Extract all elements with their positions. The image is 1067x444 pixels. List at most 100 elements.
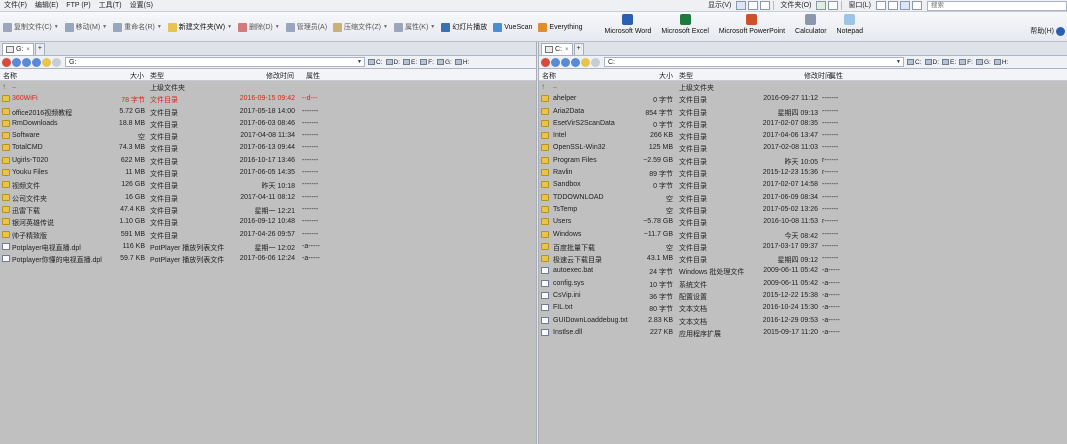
word-button[interactable]: Microsoft Word	[599, 12, 656, 35]
rename-button[interactable]: 重命名(R) ▼	[110, 18, 165, 36]
table-row[interactable]: 百度批量下载 空文件目录 2017-03-17 09:37 -------	[539, 241, 1067, 253]
drive-button[interactable]: G:	[436, 59, 452, 66]
menu-edit[interactable]: 编辑(E)	[31, 0, 62, 12]
table-row[interactable]: Youku Files 11 MB 文件目录 2017-06-05 14:35 ----…	[0, 167, 536, 179]
drive-button[interactable]: D:	[385, 59, 400, 66]
excel-button[interactable]: Microsoft Excel	[656, 12, 713, 35]
forward-icon[interactable]	[12, 57, 21, 67]
vuescan-button[interactable]: VueScan	[490, 18, 535, 36]
forward-icon[interactable]	[551, 57, 560, 67]
table-row[interactable]: TotalCMD 74.3 MB 文件目录 2017-06-13 09:44 -----…	[0, 142, 536, 154]
table-row[interactable]: office2016视频教程 5.72 GB 文件目录 2017-05-18 14:0…	[0, 106, 536, 118]
table-row[interactable]: TDDOWNLOAD 空文件目录 2017-06-09 08:34 -------	[539, 192, 1067, 204]
col-size[interactable]: 大小	[130, 71, 144, 81]
drive-button[interactable]: F:	[959, 59, 973, 66]
chevron-down-icon[interactable]: ▼	[896, 58, 901, 67]
table-row[interactable]: Ravlin 89 字节 文件目录 2015-12-23 15:36 r------	[539, 167, 1067, 179]
drive-button[interactable]: F:	[420, 59, 434, 66]
admin-button[interactable]: 管理员(A)	[283, 18, 330, 36]
delete-button[interactable]: 删除(D) ▼	[235, 18, 283, 36]
table-row[interactable]: 帅子精致版 591 MB 文件目录 2017-04-26 09:57 -------	[0, 229, 536, 241]
col-type[interactable]: 类型	[679, 71, 693, 81]
table-row[interactable]: config.sys 10 字节 系统文件 2009-06-11 05:42 -a---…	[539, 278, 1067, 290]
everything-button[interactable]: Everything	[535, 18, 585, 36]
col-name[interactable]: 名称	[542, 71, 556, 81]
drive-dropdown-icon[interactable]	[591, 57, 600, 67]
table-row[interactable]: 极速云下载目录 43.1 MB 文件目录 星期四 09:12 -------	[539, 253, 1067, 265]
col-time[interactable]: 修改时间	[266, 71, 294, 81]
table-row[interactable]: ahelper 0 字节 文件目录 2016-09-27 11:12 -------	[539, 93, 1067, 105]
table-row[interactable]: OpenSSL-Win32 125 MB 文件目录 2017-02-08 11:03-…	[539, 142, 1067, 154]
tab-right-c[interactable]: C: ×	[541, 43, 573, 55]
help-icon[interactable]	[1056, 26, 1065, 36]
col-type[interactable]: 类型	[150, 71, 164, 81]
col-time[interactable]: 修改时间	[804, 71, 832, 81]
drive-button[interactable]: E:	[942, 59, 956, 66]
path-input-right[interactable]: C: ▼	[604, 57, 904, 67]
table-row[interactable]: Windows ~11.7 GB 文件目录 今天 08:42 -------	[539, 229, 1067, 241]
refresh-icon[interactable]	[571, 57, 580, 67]
table-row[interactable]: Software 空文件目录 2017-04-08 11:34 -------	[0, 130, 536, 142]
menu-settings[interactable]: 设置(S)	[126, 0, 157, 12]
new-tab-button[interactable]: +	[573, 43, 584, 55]
drive-button[interactable]: C:	[368, 59, 383, 66]
notepad-button[interactable]: Notepad	[832, 12, 868, 35]
drive-button[interactable]: G:	[975, 59, 991, 66]
table-row[interactable]: CsVip.ini 36 字节 配置设置 2015-12-22 15:38 -a----…	[539, 290, 1067, 302]
view-full-icon[interactable]	[748, 1, 759, 10]
view-brief-icon[interactable]	[736, 1, 747, 10]
copy-button[interactable]: 复制文件(C) ▼	[0, 18, 62, 36]
col-name[interactable]: 名称	[3, 71, 17, 81]
new-tab-button[interactable]: +	[34, 43, 45, 55]
window-split-icon[interactable]	[876, 1, 886, 10]
table-row[interactable]: TsTemp 空文件目录 2017-05-02 13:26 -------	[539, 204, 1067, 216]
table-row[interactable]: Program Files ~2.59 GB 文件目录 昨天 10:05 r------	[539, 155, 1067, 167]
table-row[interactable]: 360WiFi 78 字节 文件目录 2016-09-15 09:42 --d---	[0, 93, 536, 105]
drive-button[interactable]: H:	[993, 59, 1008, 66]
table-row[interactable]: FIL.txt 80 字节 文本文档 2016-10-24 15:30 -a-----	[539, 302, 1067, 314]
drive-button[interactable]: E:	[403, 59, 417, 66]
path-input-left[interactable]: G: ▼	[65, 57, 365, 67]
table-row[interactable]: Potplayer电视直播.dpl 116 KB PotPlayer 播放列表文件 星…	[0, 241, 536, 253]
menu-view[interactable]: 显示(V)	[704, 0, 735, 12]
table-row[interactable]: ↑.. 上级文件夹	[0, 81, 536, 93]
window-single-icon[interactable]	[888, 1, 898, 10]
table-row[interactable]: 银河英雄传说 1.10 GB 文件目录 2016-09-12 10:48 -------	[0, 216, 536, 228]
menu-folder[interactable]: 文件夹(O)	[776, 0, 815, 12]
table-row[interactable]: Sandbox 0 字节 文件目录 2017-02-07 14:58 -------	[539, 179, 1067, 191]
back-icon[interactable]	[541, 57, 550, 67]
close-icon[interactable]: ×	[565, 47, 569, 53]
table-row[interactable]: Potplayer你懂的电视直播.dpl 59.7 KB PotPlayer 播放列…	[0, 253, 536, 265]
view-thumb-icon[interactable]	[760, 1, 771, 10]
move-button[interactable]: 移动(M) ▼	[62, 18, 110, 36]
new-folder-button[interactable]: 新建文件夹(W) ▼	[165, 18, 235, 36]
col-size[interactable]: 大小	[659, 71, 673, 81]
menu-window[interactable]: 窗口(L)	[844, 0, 875, 12]
table-row[interactable]: Users ~5.78 GB 文件目录 2016-10-08 11:53 r------	[539, 216, 1067, 228]
drive-button[interactable]: D:	[924, 59, 939, 66]
favorites-star-icon[interactable]	[581, 57, 590, 67]
up-icon[interactable]	[561, 57, 570, 67]
drive-dropdown-icon[interactable]	[52, 57, 61, 67]
menu-ftp[interactable]: FTP (P)	[62, 0, 94, 12]
table-row[interactable]: RmDownloads 18.8 MB 文件目录 2017-06-03 08:46 --…	[0, 118, 536, 130]
table-row[interactable]: autoexec.bat 24 字节 Windows 批处理文件 2009-06-11…	[539, 265, 1067, 277]
table-row[interactable]: GUIDownLoaddebug.txt 2.83 KB 文本文档 2016-12-2…	[539, 315, 1067, 327]
table-row[interactable]: Ugirls-T020 622 MB 文件目录 2016-10-17 13:46 ---…	[0, 155, 536, 167]
table-row[interactable]: 公司文件夹 16 GB 文件目录 2017-04-11 08:12 -------	[0, 192, 536, 204]
calculator-button[interactable]: Calculator	[790, 12, 832, 35]
search-input[interactable]: 搜索	[927, 0, 1067, 11]
table-row[interactable]: 视频文件 126 GB 文件目录 昨天 10:18 -------	[0, 179, 536, 191]
drive-button[interactable]: C:	[907, 59, 922, 66]
favorites-star-icon[interactable]	[42, 57, 51, 67]
menu-file[interactable]: 文件(F)	[0, 0, 31, 12]
window-swap-icon[interactable]	[912, 1, 922, 10]
table-row[interactable]: ↑.. 上级文件夹	[539, 81, 1067, 93]
powerpoint-button[interactable]: Microsoft PowerPoint	[714, 12, 790, 35]
table-row[interactable]: Instlse.dll 227 KB 应用程序扩展 2015-09-17 11:20-…	[539, 327, 1067, 339]
col-attr[interactable]: 属性	[306, 71, 320, 81]
chevron-down-icon[interactable]: ▼	[357, 58, 362, 67]
properties-button[interactable]: 属性(K) ▼	[391, 18, 438, 36]
folder-sync-icon[interactable]	[828, 1, 839, 10]
close-icon[interactable]: ×	[26, 47, 30, 53]
